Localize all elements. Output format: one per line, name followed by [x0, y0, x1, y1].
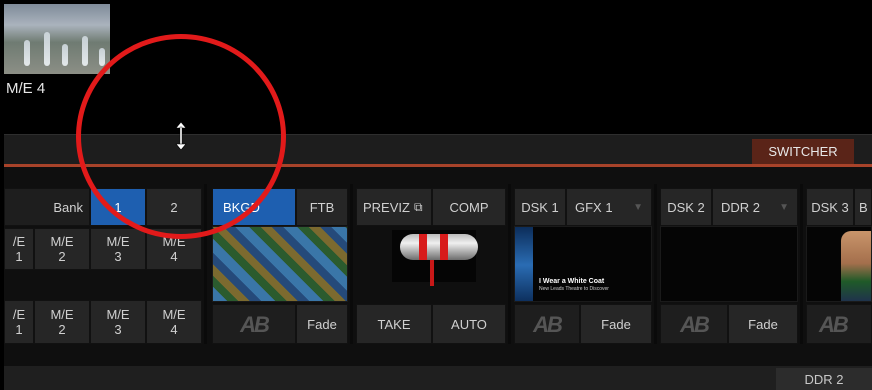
- dsk2-preview: [660, 226, 798, 302]
- dsk1-lower-third-subtitle: New Leads Theatre to Discover: [539, 286, 609, 292]
- tbar-handle[interactable]: [400, 234, 478, 260]
- tbar-slot: [430, 260, 434, 286]
- tbar-red-mark-right: [440, 234, 448, 260]
- bkgd-fade-button[interactable]: Fade: [296, 304, 348, 344]
- bank-label: Bank: [4, 188, 90, 226]
- ftb-button[interactable]: FTB: [296, 188, 348, 226]
- dsk2-button[interactable]: DSK 2: [660, 188, 712, 226]
- tab-switcher[interactable]: SWITCHER: [752, 139, 854, 164]
- dsk1-graphic-edge: [515, 227, 533, 301]
- previz-button[interactable]: PREVIZ ⧉: [356, 188, 432, 226]
- dsk3-source-select[interactable]: B: [854, 188, 872, 226]
- previz-copy-icon: ⧉: [413, 199, 423, 214]
- dsk3-person-image: [841, 231, 871, 301]
- dsk1-lower-third-title: I Wear a White Coat: [539, 278, 605, 285]
- ab-transition-icon: AB: [680, 311, 710, 337]
- section-divider: [508, 184, 511, 344]
- bkgd-preview: [212, 226, 348, 302]
- tab-ddr2[interactable]: DDR 2: [776, 368, 872, 390]
- resize-cursor-icon: [175, 122, 187, 150]
- take-button[interactable]: TAKE: [356, 304, 432, 344]
- dsk1-source-select[interactable]: GFX 1 ▼: [566, 188, 652, 226]
- ab-transition-icon: AB: [533, 311, 563, 337]
- chevron-down-icon: ▼: [779, 201, 789, 213]
- comp-button[interactable]: COMP: [432, 188, 506, 226]
- dsk2-transition-icon-button[interactable]: AB: [660, 304, 728, 344]
- dsk1-preview: I Wear a White Coat New Leads Theatre to…: [514, 226, 652, 302]
- bkgd-mosaic-image: [213, 227, 347, 301]
- me3-button-top[interactable]: M/E 3: [90, 228, 146, 270]
- me4-thumbnail[interactable]: [4, 4, 110, 74]
- section-divider: [350, 184, 353, 344]
- section-divider: [654, 184, 657, 344]
- auto-button[interactable]: AUTO: [432, 304, 506, 344]
- bkgd-transition-icon-button[interactable]: AB: [212, 304, 296, 344]
- bottom-tab-bar: [4, 366, 872, 390]
- tricaster-window: M/E 4 SWITCHER Bank 1 2 /E 1 M/E 2 M/E 3 M/…: [0, 0, 872, 390]
- dsk1-transition-icon-button[interactable]: AB: [514, 304, 580, 344]
- me1-button-bottom[interactable]: /E 1: [4, 300, 34, 344]
- dsk3-button[interactable]: DSK 3: [806, 188, 854, 226]
- me2-button-top[interactable]: M/E 2: [34, 228, 90, 270]
- tbar-red-mark-left: [419, 234, 427, 260]
- chevron-down-icon: ▼: [633, 201, 643, 213]
- me1-button-top[interactable]: /E 1: [4, 228, 34, 270]
- dsk1-button[interactable]: DSK 1: [514, 188, 566, 226]
- dsk3-transition-icon-button[interactable]: AB: [806, 304, 872, 344]
- ab-transition-icon: AB: [240, 311, 270, 337]
- dsk3-preview: [806, 226, 872, 302]
- dsk1-fade-button[interactable]: Fade: [580, 304, 652, 344]
- me3-button-bottom[interactable]: M/E 3: [90, 300, 146, 344]
- section-divider: [800, 184, 803, 344]
- dsk2-source-select[interactable]: DDR 2 ▼: [712, 188, 798, 226]
- ab-transition-icon: AB: [819, 311, 849, 337]
- dsk2-fade-button[interactable]: Fade: [728, 304, 798, 344]
- me4-button-bottom[interactable]: M/E 4: [146, 300, 202, 344]
- me2-button-bottom[interactable]: M/E 2: [34, 300, 90, 344]
- me4-label: M/E 4: [6, 80, 46, 97]
